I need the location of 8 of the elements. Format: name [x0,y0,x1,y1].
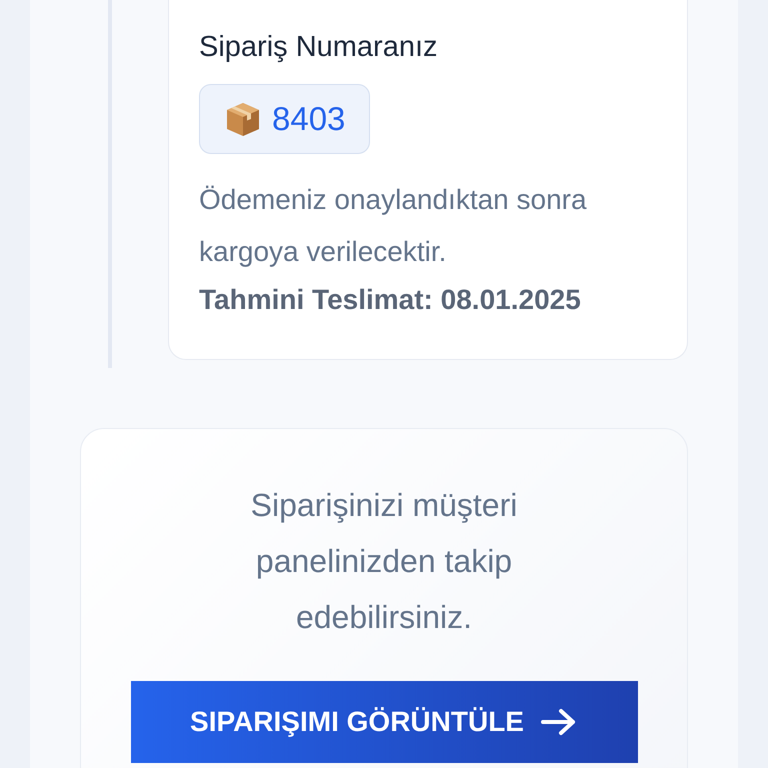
tracking-message: Siparişinizi müşteri panelinizden takip edebilirsiniz. [250,486,518,637]
payment-note: Ödemeniz onaylandıktan sonra kargoya verilecektir. [199,183,588,269]
order-label: Sipariş Numaranız [199,30,438,64]
order-number: 8403 [272,100,346,138]
arrow-right-icon [540,707,578,737]
delivery-estimate: Tahmini Teslimat: 08.01.2025 [199,284,581,316]
package-icon [224,100,262,138]
view-order-button[interactable]: SIPARIŞIMI GÖRÜNTÜLE [130,681,638,763]
